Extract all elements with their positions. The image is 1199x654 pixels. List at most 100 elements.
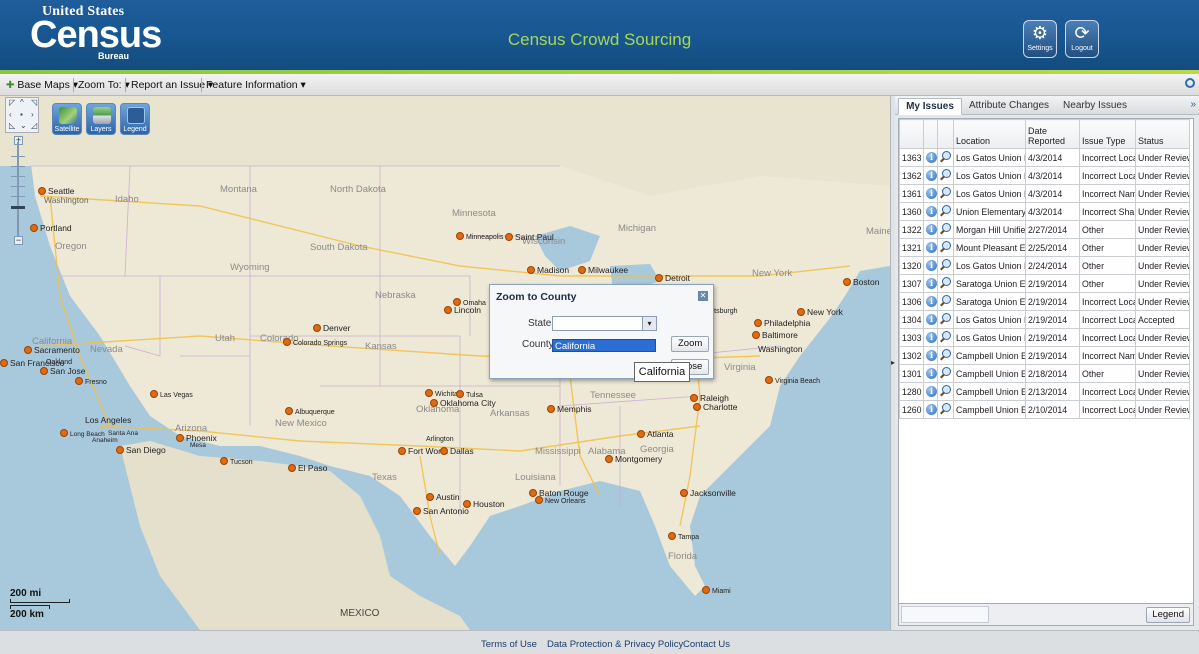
info-cell[interactable]: i [923,346,938,365]
zoom-to-icon[interactable] [940,223,951,234]
pan-northeast-icon[interactable]: ◹ [31,98,37,107]
zoom-cell[interactable] [937,184,954,203]
column-header-zoom[interactable] [937,119,954,149]
tab-my-issues[interactable]: My Issues [898,98,962,115]
info-cell[interactable]: i [923,256,938,275]
terms-of-use-link[interactable]: Terms of Use [481,639,537,650]
column-header-status[interactable]: Status [1135,119,1190,149]
zoom-cell[interactable] [937,256,954,275]
table-row[interactable]: 1306 i Saratoga Union Ele 2/19/2014 Incorrec… [899,292,1190,311]
info-icon[interactable]: i [926,260,937,271]
info-icon[interactable]: i [926,314,937,325]
info-cell[interactable]: i [923,274,938,293]
info-cell[interactable]: i [923,292,938,311]
map-view[interactable]: Montana North Dakota Minnesota Idaho Ore… [0,96,890,630]
zoom-to-icon[interactable] [940,169,951,180]
zoom-cell[interactable] [937,364,954,383]
zoom-to-menu[interactable]: Zoom To: ▾ [78,79,130,91]
chevron-down-icon[interactable]: ▾ [642,317,656,330]
zoom-to-icon[interactable] [940,313,951,324]
info-icon[interactable]: i [926,170,937,181]
info-cell[interactable]: i [923,148,938,167]
zoom-slider[interactable]: + − [11,136,25,245]
layers-button[interactable]: Layers [86,103,116,135]
info-icon[interactable]: i [926,404,937,415]
tab-attribute-changes[interactable]: Attribute Changes [965,98,1053,115]
info-cell[interactable]: i [923,166,938,185]
pan-southwest-icon[interactable]: ◺ [9,121,15,130]
tab-scroll-icon[interactable]: » [1190,99,1196,110]
column-header-issue-type[interactable]: Issue Type [1079,119,1136,149]
info-icon[interactable]: i [926,278,937,289]
legend-map-button[interactable]: Legend [120,103,150,135]
zoom-to-icon[interactable] [940,277,951,288]
table-row[interactable]: 1362i Los Gatos Union Ele4/3/2014Incorrec… [899,166,1190,185]
info-icon[interactable]: i [926,350,937,361]
zoom-to-icon[interactable] [940,331,951,342]
column-header-date-reported[interactable]: Date Reported [1025,119,1080,149]
column-header-info[interactable] [923,119,938,149]
collapse-header-icon[interactable] [1185,78,1195,88]
table-row[interactable]: 1322 i Morgan Hill Unified 2/27/2014 Other Un… [899,220,1190,239]
info-icon[interactable]: i [926,242,937,253]
zoom-slider-handle[interactable] [11,206,25,209]
info-cell[interactable]: i [923,400,938,419]
zoom-to-icon[interactable] [940,349,951,360]
zoom-to-icon[interactable] [940,205,951,216]
info-cell[interactable]: i [923,220,938,239]
close-icon[interactable]: ✕ [698,291,708,301]
info-icon[interactable]: i [926,206,937,217]
zoom-cell[interactable] [937,328,954,347]
table-row[interactable]: 1320i Los Gatos Union Ele2/24/2014OtherUn… [899,256,1190,275]
info-icon[interactable]: i [926,188,937,199]
zoom-cell[interactable] [937,238,954,257]
info-cell[interactable]: i [923,382,938,401]
column-header-id[interactable] [899,119,924,149]
info-icon[interactable]: i [926,332,937,343]
pan-control[interactable]: ◸ ^ ◹ ‹ ▪ › ◺ ⌄ ◿ [5,97,39,133]
pan-south-icon[interactable]: ⌄ [20,121,27,130]
horizontal-scrollbar[interactable] [901,606,989,623]
info-cell[interactable]: i [923,238,938,257]
zoom-to-icon[interactable] [940,241,951,252]
zoom-cell[interactable] [937,346,954,365]
zoom-cell[interactable] [937,202,954,221]
logout-button[interactable]: ⟳ Logout [1065,20,1099,58]
zoom-cell[interactable] [937,274,954,293]
satellite-button[interactable]: Satellite [52,103,82,135]
info-cell[interactable]: i [923,310,938,329]
info-icon[interactable]: i [926,386,937,397]
zoom-to-icon[interactable] [940,151,951,162]
info-icon[interactable]: i [926,224,937,235]
info-icon[interactable]: i [926,152,937,163]
privacy-policy-link[interactable]: Data Protection & Privacy Policy [547,639,683,650]
table-row[interactable]: 1321 i Mount Pleasant Ele 2/25/2014 Other Und… [899,238,1190,257]
state-select[interactable]: ▾ [552,316,657,331]
info-cell[interactable]: i [923,364,938,383]
table-row[interactable]: 1301i Campbell Union Ele2/18/2014OtherUnd… [899,364,1190,383]
pan-east-icon[interactable]: › [31,110,34,119]
info-cell[interactable]: i [923,328,938,347]
zoom-to-icon[interactable] [940,367,951,378]
info-cell[interactable]: i [923,202,938,221]
zoom-cell[interactable] [937,310,954,329]
zoom-cell[interactable] [937,220,954,239]
zoom-out-icon[interactable]: − [14,236,23,245]
pan-southeast-icon[interactable]: ◿ [31,121,37,130]
zoom-cell[interactable] [937,382,954,401]
zoom-cell[interactable] [937,400,954,419]
tab-nearby-issues[interactable]: Nearby Issues [1058,98,1132,115]
legend-button[interactable]: Legend [1146,607,1190,623]
info-icon[interactable]: i [926,296,937,307]
info-cell[interactable]: i [923,184,938,203]
table-row[interactable]: 1302i Campbell Union Ele2/19/2014Incorrec… [899,346,1190,365]
zoom-to-icon[interactable] [940,259,951,270]
base-maps-menu[interactable]: ✚ Base Maps ▾ [6,79,78,91]
table-row[interactable]: 1303i Los Gatos Union Ele2/19/2014Incorre… [899,328,1190,347]
zoom-to-icon[interactable] [940,295,951,306]
pan-northwest-icon[interactable]: ◸ [9,98,15,107]
table-row[interactable]: 1360i Union Elementary S4/3/2014Incorrect… [899,202,1190,221]
pan-center-icon[interactable]: ▪ [20,110,23,119]
zoom-cell[interactable] [937,166,954,185]
pan-west-icon[interactable]: ‹ [9,110,12,119]
